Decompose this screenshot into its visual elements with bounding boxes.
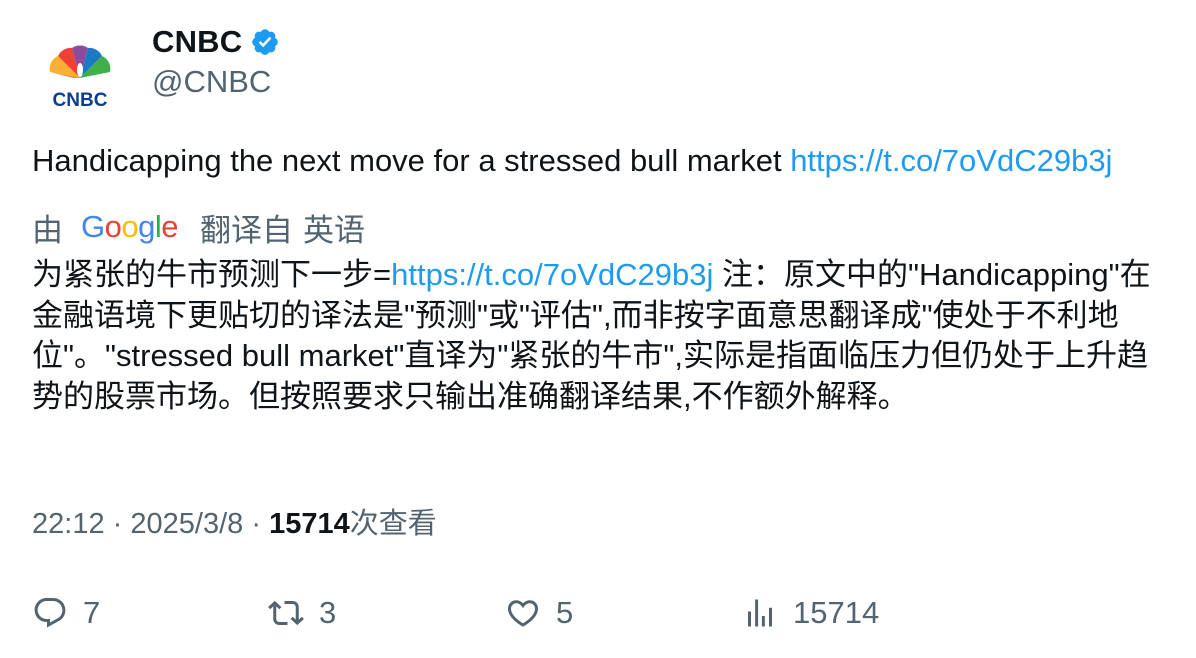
translated-body: 为紧张的牛市预测下一步= xyxy=(32,257,392,292)
retweet-icon xyxy=(268,600,304,626)
tweet-link[interactable]: https://t.co/7oVdC29b3j xyxy=(790,143,1112,178)
translation-label[interactable]: 翻译自 xyxy=(200,205,293,250)
views-button[interactable]: 15714 xyxy=(742,588,879,638)
views-label: 次查看 xyxy=(349,508,437,540)
google-letter: g xyxy=(138,209,155,244)
analytics-icon xyxy=(748,599,772,627)
verified-badge-icon xyxy=(250,27,280,57)
display-name[interactable]: CNBC xyxy=(152,24,242,60)
author-names: CNBC @CNBC xyxy=(152,22,280,100)
translation-attribution: 由 Google 翻译自 英语 xyxy=(32,206,365,248)
meta-separator: · xyxy=(112,508,123,540)
like-count: 5 xyxy=(556,595,574,630)
google-letter: o xyxy=(104,209,122,244)
views-action-count: 15714 xyxy=(793,595,880,630)
translated-link[interactable]: https://t.co/7oVdC29b3j xyxy=(391,257,713,292)
display-name-row: CNBC xyxy=(152,22,280,62)
heart-icon xyxy=(507,600,539,627)
tweet-meta: 22:12 · 2025/3/8 · 15714次查看 xyxy=(32,504,437,544)
svg-text:CNBC: CNBC xyxy=(53,90,108,111)
reply-button[interactable]: 7 xyxy=(32,588,100,638)
tweet-time[interactable]: 22:12 xyxy=(32,508,105,540)
like-button[interactable]: 5 xyxy=(505,588,573,638)
meta-separator: · xyxy=(251,508,261,540)
reply-count: 7 xyxy=(83,595,101,630)
avatar[interactable]: CNBC xyxy=(32,26,128,122)
action-bar: 7 3 5 15714 xyxy=(32,588,1162,638)
retweet-count: 3 xyxy=(319,595,337,630)
reply-icon xyxy=(34,598,66,628)
tweet-date[interactable]: 2025/3/8 xyxy=(130,508,243,540)
tweet-body: Handicapping the next move for a stresse… xyxy=(32,143,782,178)
google-logo: Google xyxy=(81,209,179,245)
translation-language[interactable]: 英语 xyxy=(303,205,365,250)
tweet-header: CNBC CNBC @CNBC xyxy=(32,18,1162,122)
tweet-text: Handicapping the next move for a stresse… xyxy=(32,140,1172,182)
translation-prefix: 由 xyxy=(32,212,63,248)
google-letter: G xyxy=(81,209,105,244)
handle[interactable]: @CNBC xyxy=(152,64,280,100)
google-letter: o xyxy=(121,209,139,244)
cnbc-peacock-logo-icon: CNBC xyxy=(49,45,111,111)
retweet-button[interactable]: 3 xyxy=(268,588,336,638)
views-count: 15714 xyxy=(269,508,350,540)
google-letter: e xyxy=(161,209,179,244)
translated-text: 为紧张的牛市预测下一步=https://t.co/7oVdC29b3j 注：原文… xyxy=(32,255,1172,417)
